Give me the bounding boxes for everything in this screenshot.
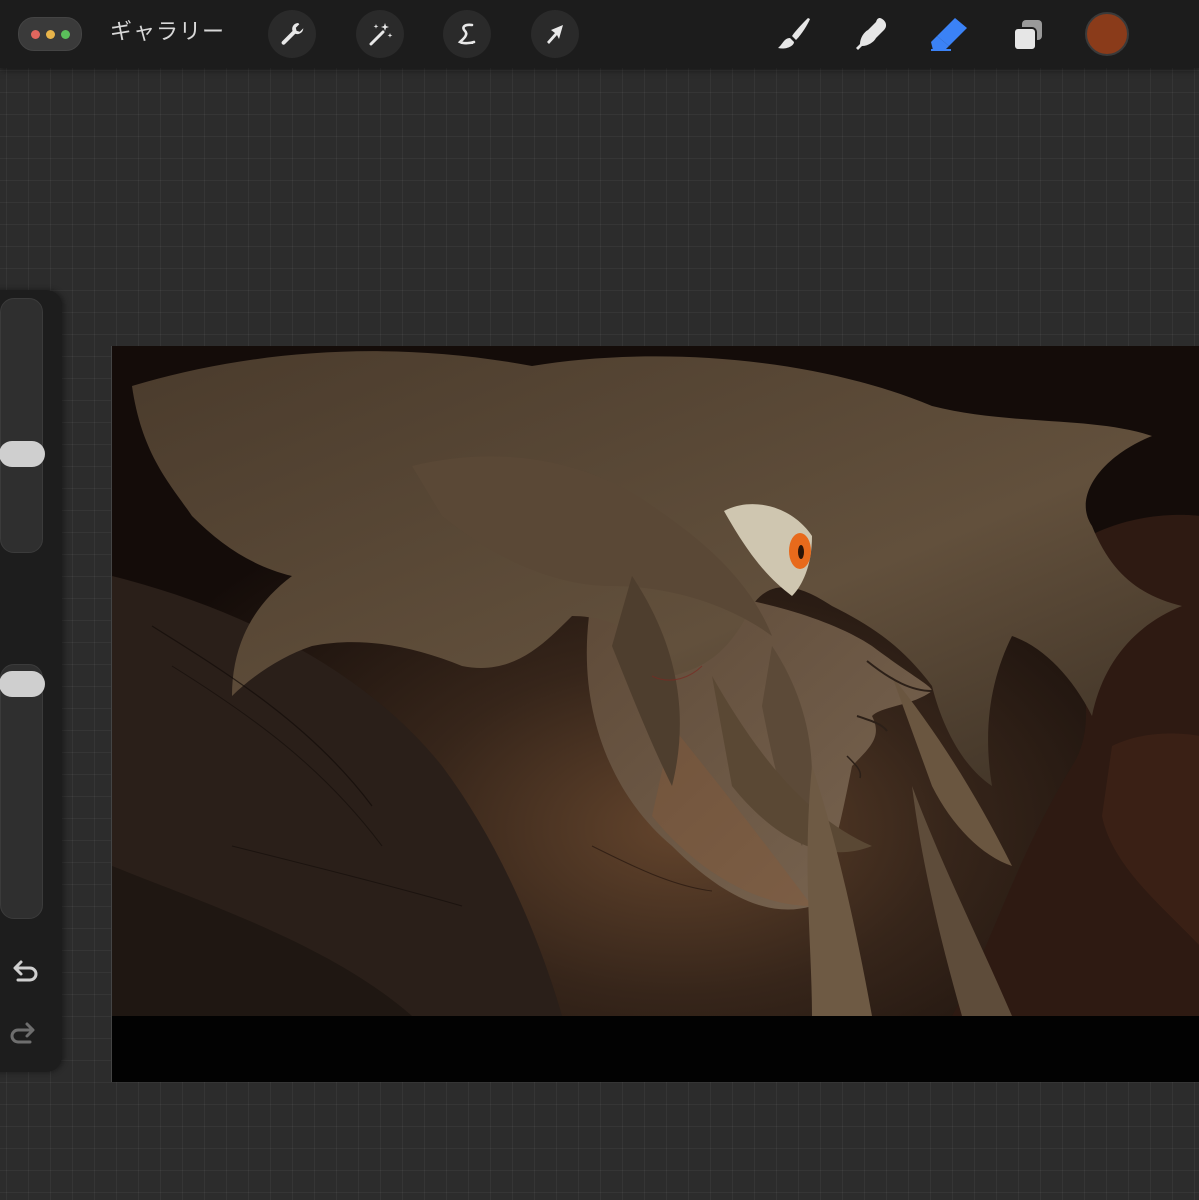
gallery-button[interactable]: ギャラリー [110, 17, 225, 49]
erase-tool-button[interactable] [925, 10, 973, 58]
paint-tool-button[interactable] [770, 10, 818, 58]
menu-dot-red [30, 29, 40, 39]
adjustments-button[interactable] [356, 10, 404, 58]
opacity-slider[interactable] [0, 664, 45, 919]
redo-icon [10, 1022, 35, 1044]
opacity-thumb[interactable] [0, 671, 45, 697]
menu-dot-yellow [45, 29, 55, 39]
brush-size-slider[interactable] [0, 298, 45, 553]
top-toolbar: ギャラリー [0, 0, 1199, 68]
magic-wand-icon [369, 23, 393, 46]
wrench-icon [281, 23, 304, 45]
layers-button[interactable] [1004, 10, 1052, 58]
undo-icon [13, 960, 38, 982]
canvas-artwork [112, 346, 1199, 1016]
color-picker-swatch[interactable] [1085, 12, 1129, 56]
menu-dot-green [60, 29, 70, 39]
canvas-letterbox-bar [112, 1016, 1199, 1082]
redo-button[interactable] [4, 1014, 44, 1054]
transform-button[interactable] [531, 10, 579, 58]
drawing-canvas[interactable] [111, 346, 1199, 1082]
left-sidebar [0, 290, 62, 1072]
eraser-icon [931, 18, 967, 51]
selection-button[interactable] [443, 10, 491, 58]
window-menu-button[interactable] [18, 17, 82, 51]
arrow-cursor-icon [547, 25, 563, 44]
smudge-tool-button[interactable] [846, 10, 894, 58]
brush-size-thumb[interactable] [0, 441, 45, 467]
layers-icon [1013, 20, 1042, 51]
smudge-icon [856, 18, 887, 50]
brush-icon [778, 18, 810, 49]
actions-button[interactable] [268, 10, 316, 58]
selection-icon [457, 23, 476, 45]
undo-button[interactable] [4, 950, 44, 990]
